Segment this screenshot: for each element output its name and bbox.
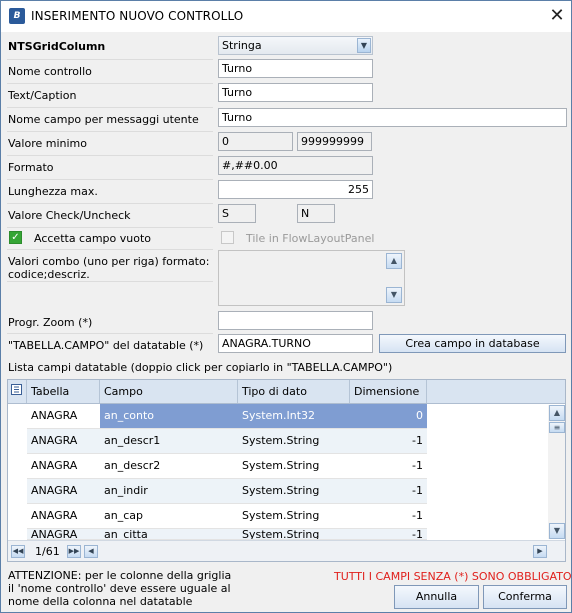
cell-tabella: ANAGRA bbox=[31, 529, 78, 540]
valori-combo-label: Valori combo (uno per riga) formato: bbox=[8, 255, 210, 268]
scroll-right-icon[interactable]: ▶ bbox=[533, 545, 547, 558]
crea-campo-button[interactable]: Crea campo in database bbox=[379, 334, 566, 353]
cell-dimensione: -1 bbox=[412, 434, 423, 447]
grid-header: Tabella Campo Tipo di dato Dimensione bbox=[8, 380, 565, 404]
lista-campi-label: Lista campi datatable (doppio click per … bbox=[8, 361, 393, 374]
scroll-down-icon[interactable]: ▼ bbox=[386, 287, 402, 303]
app-icon: B bbox=[9, 8, 25, 24]
grid-menu-icon[interactable] bbox=[8, 380, 27, 403]
scroll-down-icon[interactable]: ▼ bbox=[549, 523, 565, 539]
first-page-icon[interactable]: ◀◀ bbox=[11, 545, 25, 558]
table-row[interactable]: ANAGRA an_conto System.Int32 0 bbox=[27, 404, 427, 429]
cell-dimensione: -1 bbox=[412, 459, 423, 472]
cell-campo: an_cap bbox=[104, 509, 143, 522]
nome-controllo-input[interactable]: Turno bbox=[218, 59, 373, 78]
tile-checkbox[interactable] bbox=[221, 231, 234, 244]
table-row[interactable]: ANAGRA an_descr2 System.String -1 bbox=[27, 454, 427, 479]
accetta-vuoto-label: Accetta campo vuoto bbox=[34, 232, 152, 245]
title-bar: B INSERIMENTO NUOVO CONTROLLO ✕ bbox=[1, 1, 571, 32]
cell-tipo: System.Int32 bbox=[242, 409, 316, 422]
progr-zoom-input[interactable] bbox=[218, 311, 373, 330]
uncheck-value-input[interactable]: N bbox=[297, 204, 335, 223]
campi-grid[interactable]: Tabella Campo Tipo di dato Dimensione AN… bbox=[7, 379, 566, 562]
attenzione-line-2: il 'nome controllo' deve essere uguale a… bbox=[8, 582, 231, 595]
cell-tipo: System.String bbox=[242, 484, 320, 497]
lunghezza-input[interactable]: 255 bbox=[218, 180, 373, 199]
conferma-button[interactable]: Conferma bbox=[483, 585, 567, 609]
column-header-tipo[interactable]: Tipo di dato bbox=[238, 380, 350, 403]
attenzione-line-1: ATTENZIONE: per le colonne della griglia bbox=[8, 569, 232, 582]
cell-tabella: ANAGRA bbox=[31, 484, 78, 497]
last-page-icon[interactable]: ▶▶ bbox=[67, 545, 81, 558]
nome-controllo-label: Nome controllo bbox=[8, 65, 92, 78]
pager-text: 1/61 bbox=[35, 545, 60, 558]
scroll-up-icon[interactable]: ▲ bbox=[549, 405, 565, 421]
cell-tipo: System.String bbox=[242, 459, 320, 472]
formato-input[interactable]: #,##0.00 bbox=[218, 156, 373, 175]
check-value-input[interactable]: S bbox=[218, 204, 256, 223]
close-icon[interactable]: ✕ bbox=[545, 4, 569, 28]
cell-campo: an_descr1 bbox=[104, 434, 161, 447]
valore-minimo-label: Valore minimo bbox=[8, 137, 87, 150]
cell-tabella: ANAGRA bbox=[31, 434, 78, 447]
obbligatori-notice: TUTTI I CAMPI SENZA (*) SONO OBBLIGATORI bbox=[334, 570, 572, 583]
grid-vertical-scrollbar[interactable]: ▲ ≡ ▼ bbox=[548, 405, 565, 539]
accetta-vuoto-checkbox[interactable]: ✓ bbox=[9, 231, 22, 244]
tabella-campo-label: "TABELLA.CAMPO" del datatable (*) bbox=[8, 339, 204, 352]
scroll-up-icon[interactable]: ▲ bbox=[386, 253, 402, 269]
control-class-label: NTSGridColumn bbox=[8, 40, 106, 53]
scroll-left-icon[interactable]: ◀ bbox=[84, 545, 98, 558]
attenzione-line-3: nome della colonna nel datatable bbox=[8, 595, 193, 608]
tile-label: Tile in FlowLayoutPanel bbox=[246, 232, 375, 245]
cell-tipo: System.String bbox=[242, 529, 320, 540]
cell-dimensione: -1 bbox=[412, 484, 423, 497]
dialog-window: B INSERIMENTO NUOVO CONTROLLO ✕ NTSGridC… bbox=[0, 0, 572, 613]
table-row[interactable]: ANAGRA an_citta System.String -1 bbox=[27, 529, 427, 540]
table-row[interactable]: ANAGRA an_cap System.String -1 bbox=[27, 504, 427, 529]
valore-massimo-input[interactable]: 999999999 bbox=[297, 132, 372, 151]
dialog-body: NTSGridColumn Stringa ▼ Nome controllo T… bbox=[1, 32, 571, 612]
text-caption-input[interactable]: Turno bbox=[218, 83, 373, 102]
column-header-campo[interactable]: Campo bbox=[100, 380, 238, 403]
type-select-value: Stringa bbox=[222, 39, 262, 52]
grid-navigator: ◀◀ 1/61 ▶▶ ◀ ▶ bbox=[8, 540, 565, 561]
type-select[interactable]: Stringa ▼ bbox=[218, 36, 373, 55]
column-header-tabella[interactable]: Tabella bbox=[27, 380, 100, 403]
cell-tabella: ANAGRA bbox=[31, 459, 78, 472]
cell-campo: an_descr2 bbox=[104, 459, 161, 472]
formato-label: Formato bbox=[8, 161, 54, 174]
progr-zoom-label: Progr. Zoom (*) bbox=[8, 316, 93, 329]
scroll-thumb[interactable]: ≡ bbox=[549, 422, 565, 433]
text-caption-label: Text/Caption bbox=[8, 89, 77, 102]
chevron-down-icon[interactable]: ▼ bbox=[357, 38, 371, 53]
cell-tabella: ANAGRA bbox=[31, 509, 78, 522]
nome-campo-messaggi-input[interactable]: Turno bbox=[218, 108, 567, 127]
valori-combo-label-2: codice;descriz. bbox=[8, 268, 90, 281]
nome-campo-messaggi-label: Nome campo per messaggi utente bbox=[8, 113, 199, 126]
cell-dimensione: -1 bbox=[412, 529, 423, 540]
cell-tipo: System.String bbox=[242, 509, 320, 522]
cell-tipo: System.String bbox=[242, 434, 320, 447]
cell-dimensione: 0 bbox=[416, 409, 423, 422]
window-title: INSERIMENTO NUOVO CONTROLLO bbox=[31, 9, 244, 23]
column-header-dimensione[interactable]: Dimensione bbox=[350, 380, 427, 403]
valore-minimo-input[interactable]: 0 bbox=[218, 132, 293, 151]
check-uncheck-label: Valore Check/Uncheck bbox=[8, 209, 131, 222]
cell-dimensione: -1 bbox=[412, 509, 423, 522]
lunghezza-label: Lunghezza max. bbox=[8, 185, 98, 198]
annulla-button[interactable]: Annulla bbox=[394, 585, 479, 609]
valori-combo-textarea[interactable]: ▲ ▼ bbox=[218, 250, 405, 306]
table-row[interactable]: ANAGRA an_descr1 System.String -1 bbox=[27, 429, 427, 454]
cell-campo: an_conto bbox=[104, 409, 155, 422]
cell-tabella: ANAGRA bbox=[31, 409, 78, 422]
table-row[interactable]: ANAGRA an_indir System.String -1 bbox=[27, 479, 427, 504]
tabella-campo-input[interactable]: ANAGRA.TURNO bbox=[218, 334, 373, 353]
cell-campo: an_citta bbox=[104, 529, 148, 540]
cell-campo: an_indir bbox=[104, 484, 148, 497]
